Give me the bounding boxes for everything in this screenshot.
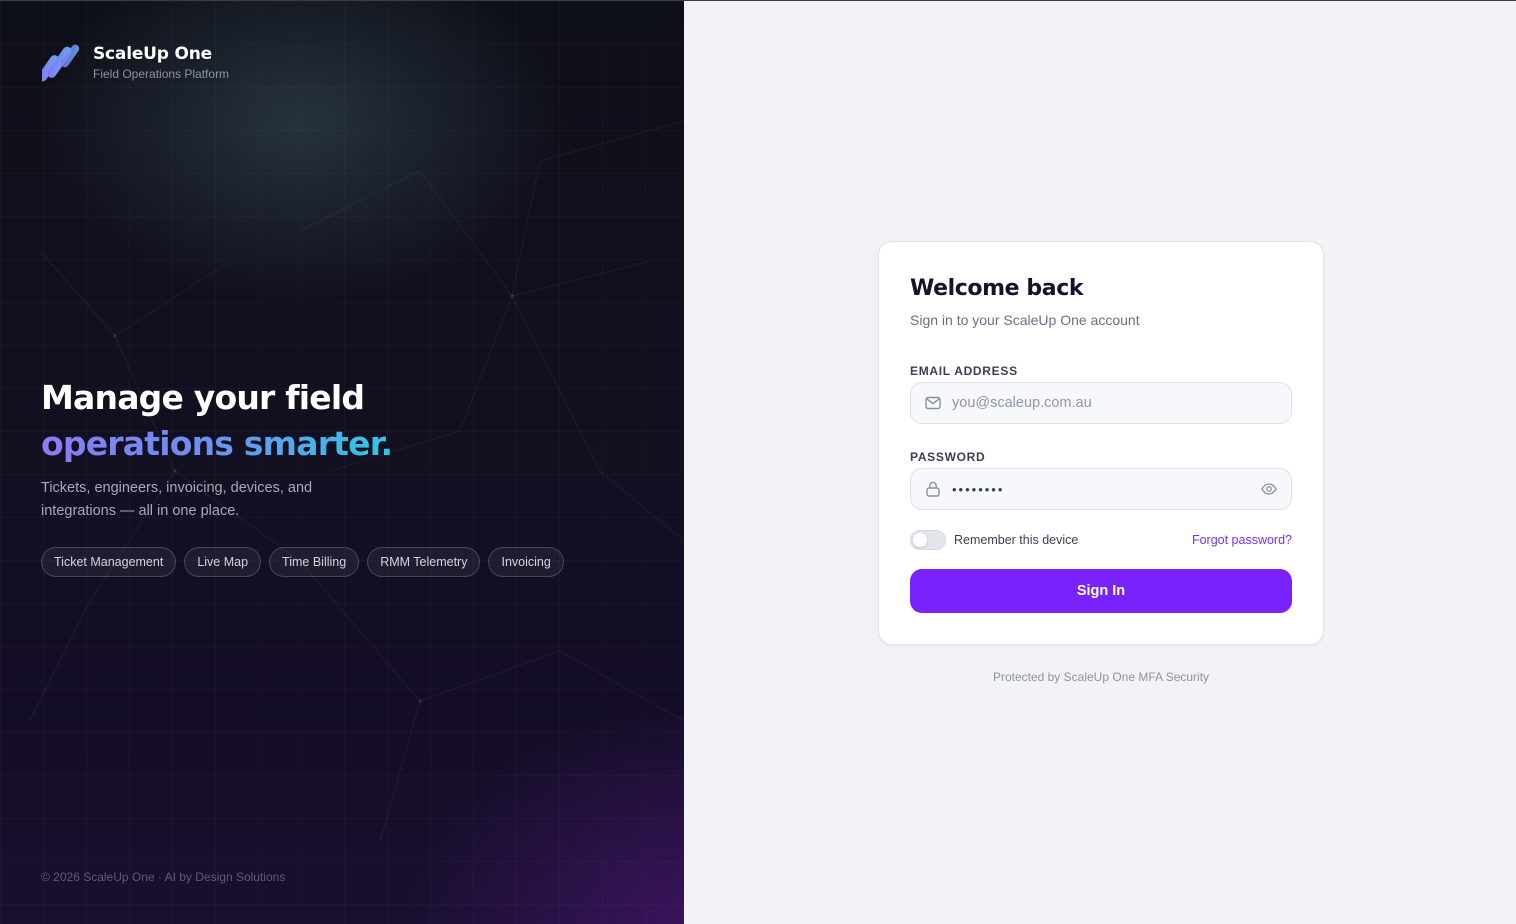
feature-chips: Ticket Management Live Map Time Billing … [41, 547, 572, 577]
email-label: EMAIL ADDRESS [910, 364, 1018, 378]
sign-in-button[interactable]: Sign In [910, 569, 1292, 613]
chip-invoicing: Invoicing [488, 547, 564, 577]
chip-rmm-telemetry: RMM Telemetry [367, 547, 481, 577]
login-title: Welcome back [910, 276, 1084, 301]
hero-headline: Manage your field operations smarter. [41, 375, 393, 467]
headline-line-1: Manage your field [41, 378, 365, 417]
brand-block: ScaleUp One Field Operations Platform [42, 41, 229, 83]
headline-line-2: operations smarter. [41, 421, 393, 467]
chip-time-billing: Time Billing [269, 547, 360, 577]
email-input[interactable] [952, 395, 1291, 411]
remember-row: Remember this device Forgot password? [910, 529, 1292, 551]
scaleup-logo-icon [42, 44, 80, 82]
brand-subtitle: Field Operations Platform [93, 66, 230, 81]
mail-icon [924, 394, 942, 412]
forgot-password-link[interactable]: Forgot password? [1192, 533, 1292, 547]
eye-icon[interactable] [1260, 480, 1278, 498]
password-field[interactable]: •••••••• [910, 468, 1292, 510]
login-card: Welcome back Sign in to your ScaleUp One… [878, 241, 1324, 645]
password-label: PASSWORD [910, 450, 986, 464]
remember-device-toggle[interactable] [910, 530, 946, 550]
mfa-security-note: Protected by ScaleUp One MFA Security [992, 670, 1210, 684]
lock-icon [924, 480, 942, 498]
hero-tagline: Tickets, engineers, invoicing, devices, … [41, 480, 313, 519]
remember-device-label: Remember this device [954, 533, 1079, 547]
login-subtitle: Sign in to your ScaleUp One account [910, 312, 1140, 328]
email-field-wrapper [910, 382, 1292, 424]
copyright-footer: © 2026 ScaleUp One · AI by Design Soluti… [41, 870, 286, 884]
brand-name: ScaleUp One [93, 43, 212, 64]
toggle-knob [913, 533, 927, 547]
hero-panel: ScaleUp One Field Operations Platform Ma… [0, 0, 684, 924]
chip-live-map: Live Map [184, 547, 262, 577]
password-input-value: •••••••• [952, 481, 1005, 497]
chip-ticket-management: Ticket Management [41, 547, 177, 577]
